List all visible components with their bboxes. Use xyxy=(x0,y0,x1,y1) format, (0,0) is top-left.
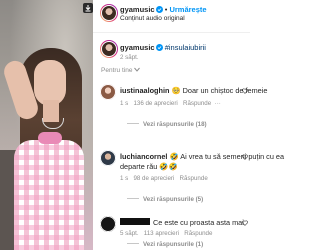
comment-text-continued: departe rău 🤣🤣 xyxy=(120,162,178,171)
comment-username[interactable]: luchiancornel xyxy=(120,152,167,161)
verified-badge-icon xyxy=(155,6,163,13)
comment-avatar[interactable] xyxy=(100,216,116,232)
comment-text: 🥺 Doar un chiștoc de femeie xyxy=(171,86,268,95)
comment: luchiancornel 🤣 Ai vrea tu să semeni puț… xyxy=(120,152,284,161)
comments-panel: gyamusic • Urmărește Conținut audio orig… xyxy=(93,0,284,250)
comment-age: 1 s xyxy=(120,175,129,182)
comment-likes[interactable]: 136 de aprecieri xyxy=(133,100,177,107)
comment-age: 1 s xyxy=(120,100,129,107)
verified-badge-icon xyxy=(155,44,163,51)
comment-username[interactable]: iustinaaloghin xyxy=(120,86,169,95)
comment-text: Ce este cu proasta asta mai xyxy=(153,218,244,227)
audio-label[interactable]: Conținut audio original xyxy=(120,15,185,22)
photo-dress-pattern xyxy=(14,140,84,250)
comment-likes[interactable]: 113 aprecieri xyxy=(144,230,179,237)
caption-hashtag[interactable]: #insulaiubirii xyxy=(165,43,206,52)
header-title: gyamusic • Urmărește xyxy=(120,5,207,14)
header-avatar[interactable] xyxy=(100,4,118,22)
like-heart-icon[interactable] xyxy=(242,220,248,226)
post-photo[interactable] xyxy=(0,0,93,250)
comment-meta: 1 s 136 de aprecieri Răspunde ··· xyxy=(120,100,221,107)
reply-button[interactable]: Răspunde xyxy=(183,100,211,107)
header-separator: • xyxy=(164,5,168,14)
comment-meta: 1 s 98 de aprecieri Răspunde xyxy=(120,175,208,182)
comments-sort-label: Pentru tine xyxy=(101,67,133,74)
header-divider xyxy=(93,32,250,33)
more-icon[interactable]: ··· xyxy=(215,100,221,107)
view-replies-button[interactable]: Vezi răspunsurile (18) xyxy=(127,121,207,128)
pleading-face-icon: 🥺 xyxy=(171,86,181,95)
reply-button[interactable]: Răspunde xyxy=(180,175,208,182)
redacted-username xyxy=(120,218,150,225)
comments-sort[interactable]: Pentru tine xyxy=(101,67,141,74)
photo-bow xyxy=(38,132,62,144)
view-replies-button[interactable]: Vezi răspunsurile (1) xyxy=(127,241,203,248)
caption-time: 2 săpt. xyxy=(120,54,139,61)
caption-avatar[interactable] xyxy=(100,40,118,58)
laughing-emoji-icon: 🤣🤣 xyxy=(159,162,178,171)
like-heart-icon[interactable] xyxy=(242,154,248,160)
caption-username[interactable]: gyamusic xyxy=(120,43,155,52)
download-icon[interactable] xyxy=(83,3,93,13)
comment-avatar[interactable] xyxy=(100,150,116,166)
header-username[interactable]: gyamusic xyxy=(120,5,155,14)
laughing-emoji-icon: 🤣 xyxy=(169,152,179,161)
comment-avatar[interactable] xyxy=(100,84,116,100)
comment-text: 🤣 Ai vrea tu să semeni puțin cu ea xyxy=(169,152,285,161)
caption: gyamusic #insulaiubirii xyxy=(120,43,206,52)
comment-likes[interactable]: 98 de aprecieri xyxy=(133,175,174,182)
view-replies-button[interactable]: Vezi răspunsurile (5) xyxy=(127,196,203,203)
follow-button[interactable]: Urmărește xyxy=(169,5,206,14)
comment-meta: 5 săpt. 113 aprecieri Răspunde xyxy=(120,230,212,237)
like-heart-icon[interactable] xyxy=(242,88,248,94)
comment-age: 5 săpt. xyxy=(120,230,139,237)
chevron-down-icon xyxy=(134,67,141,72)
comment: Ce este cu proasta asta mai xyxy=(153,218,244,227)
reply-button[interactable]: Răspunde xyxy=(184,230,212,237)
